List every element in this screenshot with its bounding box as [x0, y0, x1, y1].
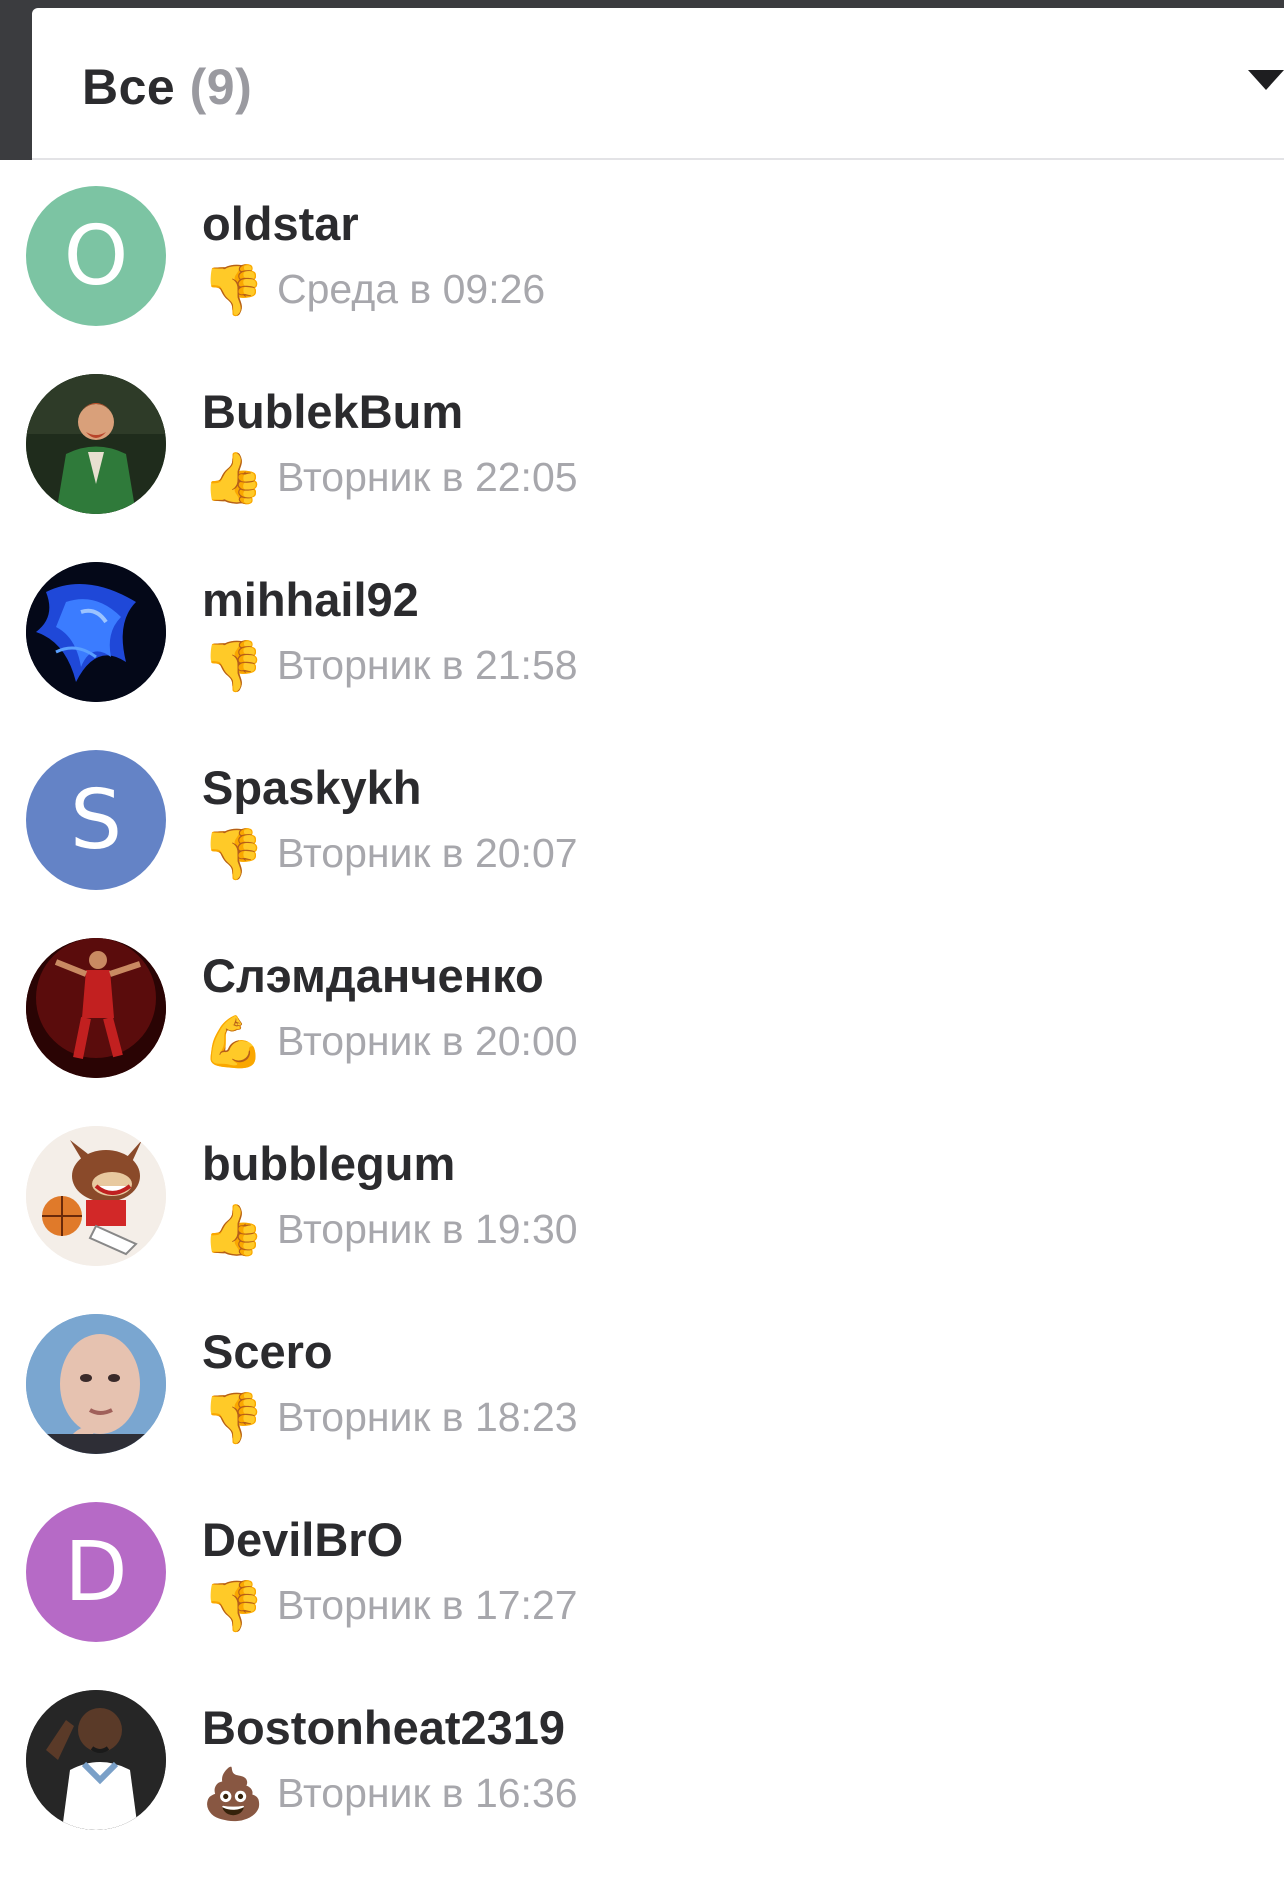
- username[interactable]: Bostonheat2319: [202, 1700, 565, 1755]
- thumbs-up-icon: 👍: [202, 450, 265, 506]
- avatar-letter: S: [69, 772, 123, 868]
- reaction-time: Вторник в 19:30: [277, 1206, 578, 1252]
- avatar-letter: O: [63, 208, 129, 304]
- thumbs-down-icon: 👎: [202, 638, 265, 694]
- blue-anime-character-icon: [26, 562, 166, 702]
- reaction-time: Вторник в 16:36: [277, 1770, 578, 1816]
- avatar[interactable]: S: [26, 750, 166, 890]
- pile-of-poo-icon: 💩: [202, 1766, 265, 1822]
- reaction-time: Вторник в 21:58: [277, 642, 578, 688]
- reaction-time: Среда в 09:26: [277, 266, 546, 312]
- filter-title: Все: [82, 59, 176, 115]
- cartoon-devil-basketball-icon: [26, 1126, 166, 1266]
- username[interactable]: DevilBrO: [202, 1512, 403, 1567]
- reaction-time: Вторник в 18:23: [277, 1394, 578, 1440]
- list-item[interactable]: Bostonheat2319 💩 Вторник в 16:36: [0, 1690, 1284, 1878]
- thumbs-down-icon: 👎: [202, 262, 265, 318]
- username[interactable]: mihhail92: [202, 572, 419, 627]
- thumbs-up-icon: 👍: [202, 1202, 265, 1258]
- avatar[interactable]: [26, 562, 166, 702]
- avatar-letter: D: [64, 1524, 128, 1620]
- avatar[interactable]: [26, 938, 166, 1078]
- list-item[interactable]: O oldstar 👎 Среда в 09:26: [0, 186, 1284, 374]
- avatar[interactable]: D: [26, 1502, 166, 1642]
- user-reaction-list: O oldstar 👎 Среда в 09:26 BublekBum �: [0, 186, 1284, 1878]
- list-item[interactable]: D DevilBrO 👎 Вторник в 17:27: [0, 1502, 1284, 1690]
- list-item[interactable]: BublekBum 👍 Вторник в 22:05: [0, 374, 1284, 562]
- filter-count: (9): [189, 59, 253, 115]
- username[interactable]: Слэмданченко: [202, 948, 544, 1003]
- reaction-time: Вторник в 20:00: [277, 1018, 578, 1064]
- thumbs-down-icon: 👎: [202, 1578, 265, 1634]
- reactions-list-page: Все (9) O oldstar 👎 Среда в 09:26 Bublek…: [0, 0, 1284, 1883]
- reaction-time: Вторник в 22:05: [277, 454, 578, 500]
- list-item[interactable]: Scero 👎 Вторник в 18:23: [0, 1314, 1284, 1502]
- list-item[interactable]: mihhail92 👎 Вторник в 21:58: [0, 562, 1284, 750]
- person-in-green-suit-icon: [26, 374, 166, 514]
- basketball-player-icon: [26, 938, 166, 1078]
- avatar[interactable]: [26, 1314, 166, 1454]
- dropdown-arrow-icon[interactable]: [1248, 70, 1284, 90]
- username[interactable]: oldstar: [202, 196, 359, 251]
- filter-dropdown[interactable]: Все (9): [32, 8, 1284, 160]
- username[interactable]: Spaskykh: [202, 760, 421, 815]
- list-item[interactable]: Слэмданченко 💪 Вторник в 20:00: [0, 938, 1284, 1126]
- reaction-time: Вторник в 20:07: [277, 830, 578, 876]
- reaction-time: Вторник в 17:27: [277, 1582, 578, 1628]
- basketball-player-jersey-icon: [26, 1690, 166, 1830]
- filter-label: Все (9): [82, 58, 252, 116]
- bald-man-portrait-icon: [26, 1314, 166, 1454]
- username[interactable]: bubblegum: [202, 1136, 455, 1191]
- avatar[interactable]: O: [26, 186, 166, 326]
- flexed-biceps-icon: 💪: [202, 1014, 265, 1070]
- username[interactable]: Scero: [202, 1324, 333, 1379]
- avatar[interactable]: [26, 1126, 166, 1266]
- username[interactable]: BublekBum: [202, 384, 463, 439]
- list-item[interactable]: bubblegum 👍 Вторник в 19:30: [0, 1126, 1284, 1314]
- thumbs-down-icon: 👎: [202, 1390, 265, 1446]
- avatar[interactable]: [26, 1690, 166, 1830]
- avatar[interactable]: [26, 374, 166, 514]
- thumbs-down-icon: 👎: [202, 826, 265, 882]
- list-item[interactable]: S Spaskykh 👎 Вторник в 20:07: [0, 750, 1284, 938]
